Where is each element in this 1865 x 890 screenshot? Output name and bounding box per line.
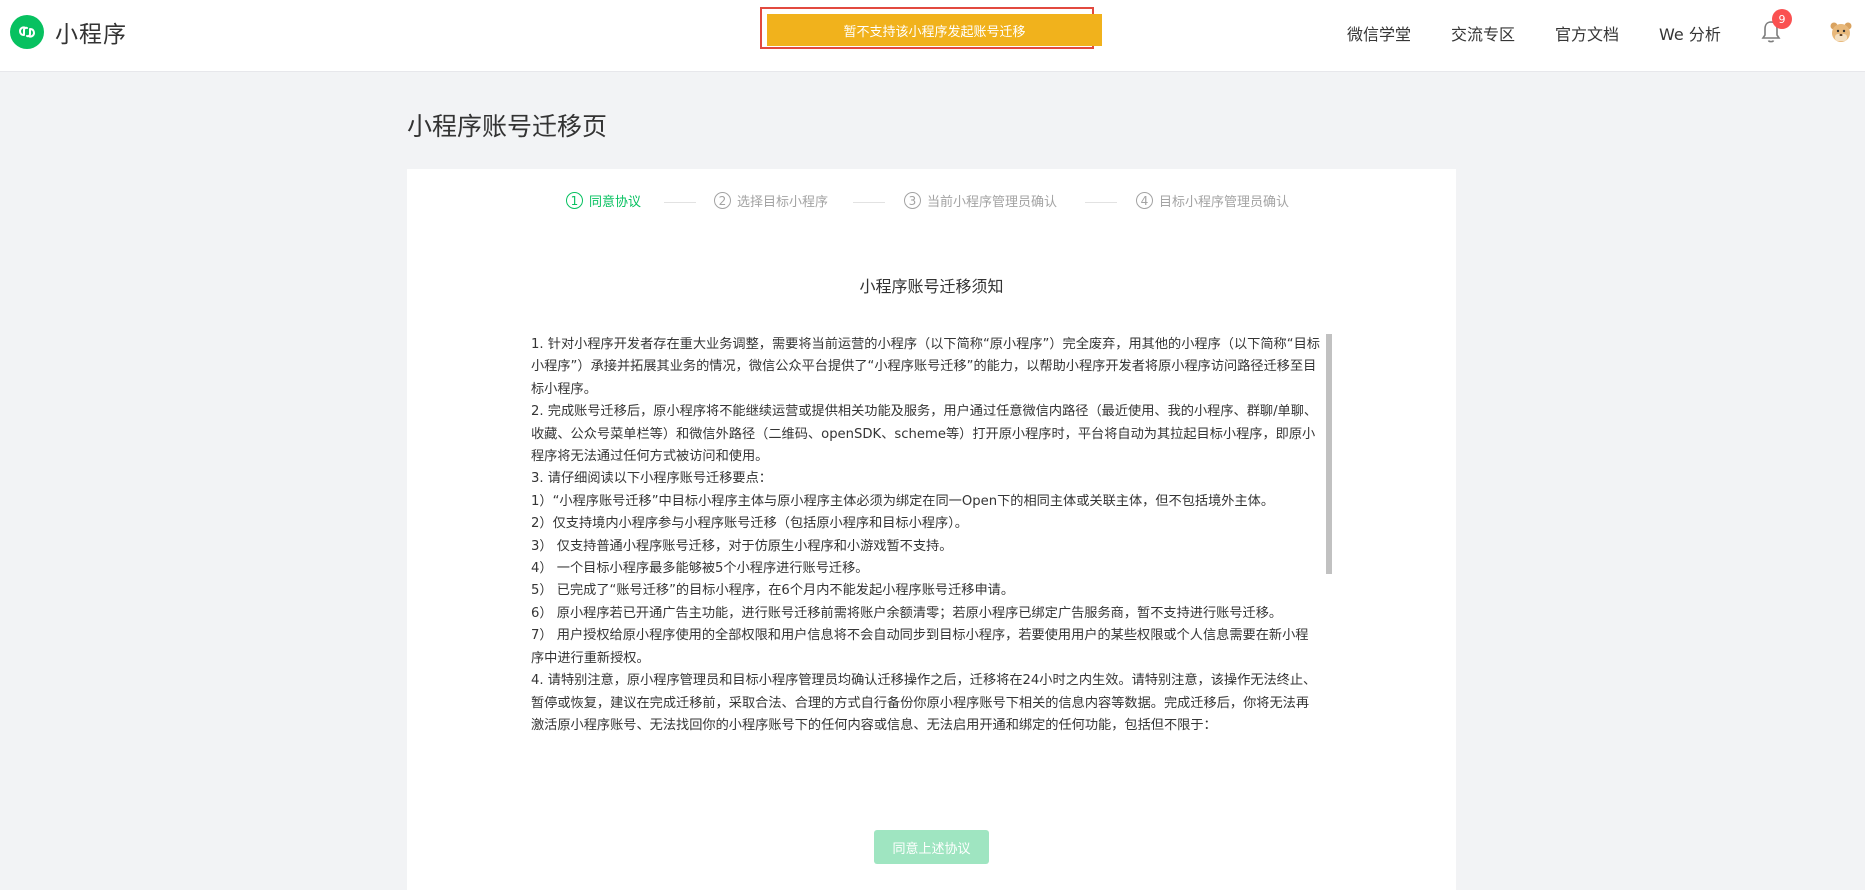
page-title: 小程序账号迁移页 xyxy=(407,112,608,141)
logo[interactable]: 小程序 xyxy=(10,15,127,49)
step-number: 4 xyxy=(1136,192,1153,209)
agreement-scrollbar[interactable] xyxy=(1326,334,1332,574)
agreement-paragraph: 7） 用户授权给原小程序使用的全部权限和用户信息将不会自动同步到目标小程序，若要… xyxy=(531,628,1309,666)
agree-button[interactable]: 同意上述协议 xyxy=(874,830,989,864)
agreement-scroll-area[interactable]: 1. 针对小程序开发者存在重大业务调整，需要将当前运营的小程序（以下简称“原小程… xyxy=(531,334,1331,766)
agreement-title: 小程序账号迁移须知 xyxy=(859,277,1004,296)
step-divider xyxy=(853,202,885,203)
agreement-paragraph: 4. 请特别注意，原小程序管理员和目标小程序管理员均确认迁移操作之后，迁移将在2… xyxy=(531,673,1317,733)
step-indicator: 1 同意协议 2 选择目标小程序 3 当前小程序管理员确认 4 目标小程序管理员… xyxy=(407,191,1456,215)
nav-weixin-school[interactable]: 微信学堂 xyxy=(1347,0,1411,66)
top-header: 小程序 暂不支持该小程序发起账号迁移 微信学堂 交流专区 官方文档 We 分析 … xyxy=(0,0,1865,72)
nav-label[interactable]: 微信学堂 xyxy=(1347,21,1411,45)
step-divider xyxy=(1085,202,1117,203)
step-target-admin-confirm: 4 目标小程序管理员确认 xyxy=(1136,191,1289,210)
notification-badge: 9 xyxy=(1772,9,1792,29)
step-current-admin-confirm: 3 当前小程序管理员确认 xyxy=(904,191,1057,210)
nav-label[interactable]: 交流专区 xyxy=(1451,21,1515,45)
nav-we-analysis[interactable]: We 分析 xyxy=(1659,0,1721,66)
agreement-paragraph: 4） 一个目标小程序最多能够被5个小程序进行账号迁移。 xyxy=(531,561,869,577)
step-label: 选择目标小程序 xyxy=(737,195,829,210)
nav-label[interactable]: We 分析 xyxy=(1659,21,1721,45)
step-agree: 1 同意协议 xyxy=(566,191,641,210)
nav-docs[interactable]: 官方文档 xyxy=(1555,0,1619,66)
migration-card: 1 同意协议 2 选择目标小程序 3 当前小程序管理员确认 4 目标小程序管理员… xyxy=(407,169,1456,890)
step-number: 3 xyxy=(904,192,921,209)
agreement-paragraph: 6） 原小程序若已开通广告主功能，进行账号迁移前需将账户余额清零；若原小程序已绑… xyxy=(531,605,1283,621)
nav-community[interactable]: 交流专区 xyxy=(1451,0,1515,66)
step-number: 1 xyxy=(566,192,583,209)
agreement-paragraph: 1. 针对小程序开发者存在重大业务调整，需要将当前运营的小程序（以下简称“原小程… xyxy=(531,337,1320,397)
nav-label[interactable]: 官方文档 xyxy=(1555,21,1619,45)
miniprogram-logo-icon xyxy=(10,15,44,49)
step-label: 当前小程序管理员确认 xyxy=(927,195,1058,210)
agreement-paragraph: 3. 请仔细阅读以下小程序账号迁移要点： xyxy=(531,471,772,487)
user-avatar-icon[interactable] xyxy=(1829,20,1853,44)
agreement-paragraph: 2）仅支持境内小程序参与小程序账号迁移（包括原小程序和目标小程序）。 xyxy=(531,516,968,532)
step-label: 同意协议 xyxy=(589,195,642,210)
step-select-target: 2 选择目标小程序 xyxy=(714,191,828,210)
agreement-paragraph: 3） 仅支持普通小程序账号迁移，对于仿原生小程序和小游戏暂不支持。 xyxy=(531,538,953,554)
step-divider xyxy=(664,202,696,203)
agreement-paragraph: 2. 完成账号迁移后，原小程序将不能继续运营或提供相关功能及服务，用户通过任意微… xyxy=(531,404,1318,465)
agreement-paragraph: 5） 已完成了“账号迁移”的目标小程序，在6个月内不能发起小程序账号迁移申请。 xyxy=(531,583,1015,599)
notice-banner: 暂不支持该小程序发起账号迁移 xyxy=(767,14,1102,46)
agreement-paragraph: 1）“小程序账号迁移”中目标小程序主体与原小程序主体必须为绑定在同一Open下的… xyxy=(531,493,1275,509)
step-number: 2 xyxy=(714,192,731,209)
step-label: 目标小程序管理员确认 xyxy=(1159,195,1290,210)
logo-text: 小程序 xyxy=(55,22,127,48)
